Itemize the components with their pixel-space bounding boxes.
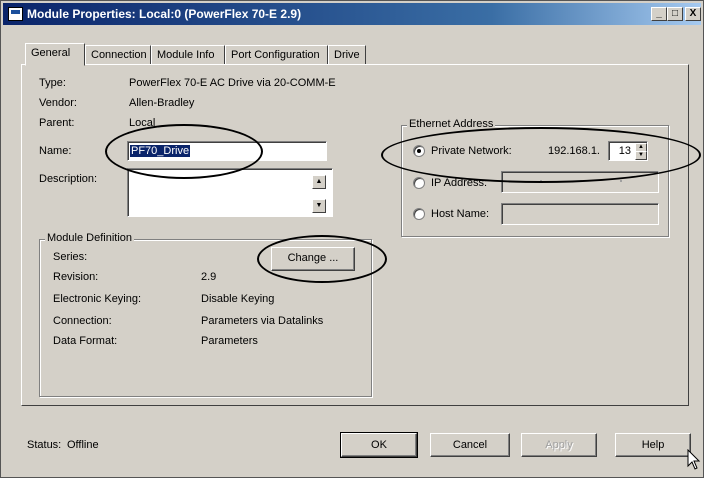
private-network-octet-field[interactable]: 13 ▲ ▼ [608, 141, 648, 161]
tab-connection[interactable]: Connection [85, 45, 151, 65]
tab-drive[interactable]: Drive [328, 45, 366, 65]
name-label: Name: [39, 145, 72, 157]
status-label: Status: [27, 439, 62, 451]
description-label: Description: [39, 173, 98, 185]
status-value: Offline [67, 439, 99, 451]
host-name-label: Host Name: [431, 208, 490, 220]
ip-dot-3 [620, 180, 622, 182]
tab-module-info[interactable]: Module Info [151, 45, 225, 65]
tab-general[interactable]: General [25, 43, 85, 66]
ip-dot-1 [540, 180, 542, 182]
tab-port-configuration-label: Port Configuration [231, 49, 320, 61]
ip-address-radio[interactable] [413, 177, 425, 189]
series-label: Series: [53, 251, 88, 263]
connection-value: Parameters via Datalinks [201, 315, 324, 327]
private-network-radio[interactable] [413, 145, 425, 157]
ethernet-address-title: Ethernet Address [407, 118, 496, 130]
tab-connection-label: Connection [91, 49, 147, 61]
vendor-label: Vendor: [39, 97, 77, 109]
ip-address-label: IP Address: [431, 177, 488, 189]
parent-value: Local [129, 117, 156, 129]
type-label: Type: [39, 77, 66, 89]
description-field[interactable]: ▲ ▼ [127, 168, 333, 217]
cancel-button[interactable]: Cancel [430, 433, 510, 457]
window-title: Module Properties: Local:0 (PowerFlex 70… [27, 7, 302, 21]
data-format-label: Data Format: [53, 335, 118, 347]
title-bar[interactable]: Module Properties: Local:0 (PowerFlex 70… [3, 3, 701, 25]
name-field[interactable]: PF70_Drive [127, 141, 327, 161]
name-value: PF70_Drive [130, 145, 191, 157]
type-value: PowerFlex 70-E AC Drive via 20-COMM-E [129, 77, 336, 89]
change-button[interactable]: Change ... [271, 247, 355, 271]
connection-label: Connection: [53, 315, 112, 327]
scroll-down-icon[interactable]: ▼ [312, 199, 326, 213]
close-button[interactable]: X [685, 7, 701, 21]
apply-button[interactable]: Apply [521, 433, 597, 457]
vendor-value: Allen-Bradley [129, 97, 195, 109]
module-definition-title: Module Definition [45, 232, 134, 244]
tab-port-configuration[interactable]: Port Configuration [225, 45, 328, 65]
revision-value: 2.9 [201, 271, 217, 283]
tab-general-label: General [31, 47, 71, 59]
data-format-value: Parameters [201, 335, 258, 347]
ip-dot-2 [580, 180, 582, 182]
private-network-octet-value: 13 [618, 145, 631, 157]
spin-down-icon[interactable]: ▼ [635, 151, 647, 160]
ip-address-field[interactable] [501, 171, 659, 193]
mouse-pointer-icon [687, 449, 701, 470]
tab-module-info-label: Module Info [157, 49, 215, 61]
module-properties-dialog: Module Properties: Local:0 (PowerFlex 70… [0, 0, 704, 478]
scroll-up-icon[interactable]: ▲ [312, 175, 326, 189]
electronic-keying-label: Electronic Keying: [53, 293, 142, 305]
module-properties-icon [8, 7, 23, 21]
ok-button[interactable]: OK [340, 432, 418, 458]
maximize-button[interactable]: □ [667, 7, 683, 21]
private-network-prefix: 192.168.1. [548, 145, 600, 157]
host-name-radio[interactable] [413, 208, 425, 220]
private-network-label: Private Network: [431, 145, 512, 157]
help-button[interactable]: Help [615, 433, 691, 457]
revision-label: Revision: [53, 271, 99, 283]
tab-drive-label: Drive [334, 49, 360, 61]
electronic-keying-value: Disable Keying [201, 293, 275, 305]
host-name-field[interactable] [501, 203, 659, 225]
minimize-button[interactable]: _ [651, 7, 667, 21]
parent-label: Parent: [39, 117, 75, 129]
